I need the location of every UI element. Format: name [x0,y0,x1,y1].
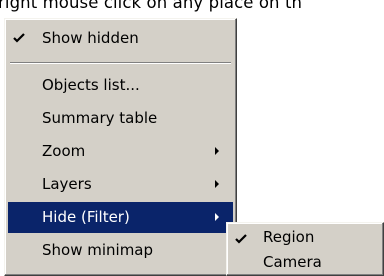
menu-item-label: Objects list... [42,76,140,94]
filter-submenu: Region Camera [226,222,384,276]
submenu-item-label: Camera [263,253,322,271]
context-menu: Show hidden Objects list... Summary tabl… [4,18,237,276]
menu-item-label: Zoom [42,142,86,160]
menu-item-label: Show hidden [42,29,139,47]
menu-item-objects-list[interactable]: Objects list... [8,70,233,101]
submenu-item-region[interactable]: Region [230,226,380,250]
menu-separator [10,62,231,64]
submenu-arrow-icon [215,213,219,221]
submenu-item-camera[interactable]: Camera [230,251,380,275]
checkmark-icon [235,234,247,244]
submenu-item-label: Region [263,228,315,246]
submenu-arrow-icon [215,180,219,188]
checkmark-icon [13,33,25,43]
menu-item-summary-table[interactable]: Summary table [8,103,233,134]
menu-item-hide-filter[interactable]: Hide (Filter) [8,202,233,233]
submenu-arrow-icon [215,147,219,155]
menu-item-show-hidden[interactable]: Show hidden [8,23,233,54]
menu-item-label: Summary table [42,109,158,127]
menu-item-label: Hide (Filter) [42,208,130,226]
menu-item-zoom[interactable]: Zoom [8,136,233,167]
menu-item-layers[interactable]: Layers [8,169,233,200]
menu-item-label: Show minimap [42,241,154,259]
menu-item-label: Layers [42,175,92,193]
screen: right mouse click on any place on th Sho… [0,0,384,276]
menu-item-show-minimap[interactable]: Show minimap [8,235,233,266]
instruction-text: right mouse click on any place on th [0,0,303,12]
